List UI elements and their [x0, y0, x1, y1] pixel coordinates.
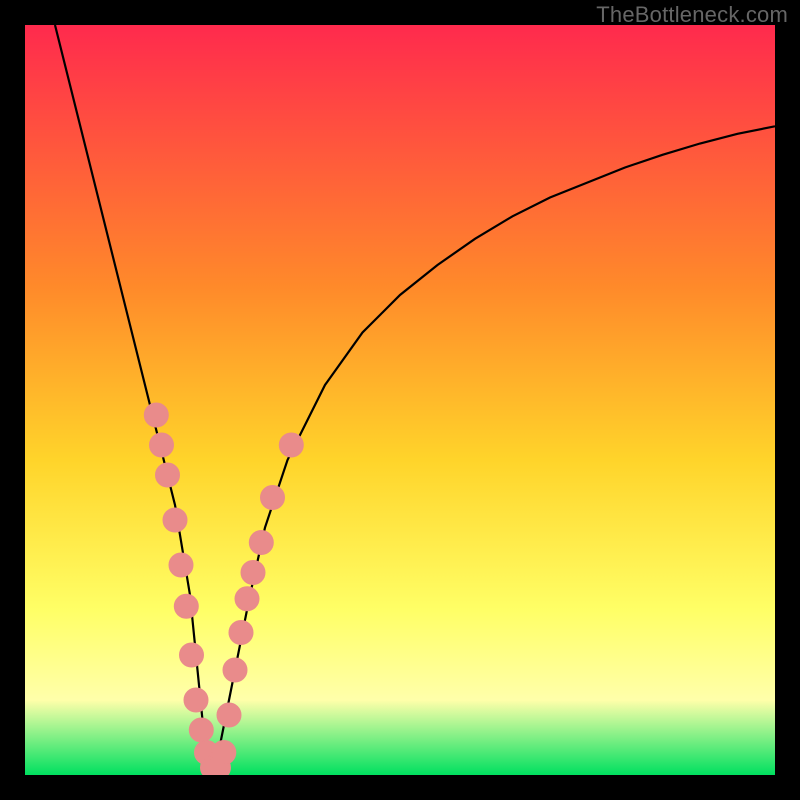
plot-svg	[25, 25, 775, 775]
data-marker	[169, 553, 193, 577]
data-marker	[279, 433, 303, 457]
gradient-background	[25, 25, 775, 775]
data-marker	[229, 621, 253, 645]
data-marker	[189, 718, 213, 742]
data-marker	[163, 508, 187, 532]
data-marker	[212, 741, 236, 765]
data-marker	[235, 587, 259, 611]
plot-area	[25, 25, 775, 775]
data-marker	[261, 486, 285, 510]
data-marker	[241, 561, 265, 585]
data-marker	[180, 643, 204, 667]
data-marker	[150, 433, 174, 457]
data-marker	[223, 658, 247, 682]
data-marker	[184, 688, 208, 712]
data-marker	[144, 403, 168, 427]
data-marker	[174, 594, 198, 618]
data-marker	[217, 703, 241, 727]
chart-frame: TheBottleneck.com	[0, 0, 800, 800]
data-marker	[249, 531, 273, 555]
watermark-text: TheBottleneck.com	[596, 2, 788, 28]
data-marker	[156, 463, 180, 487]
